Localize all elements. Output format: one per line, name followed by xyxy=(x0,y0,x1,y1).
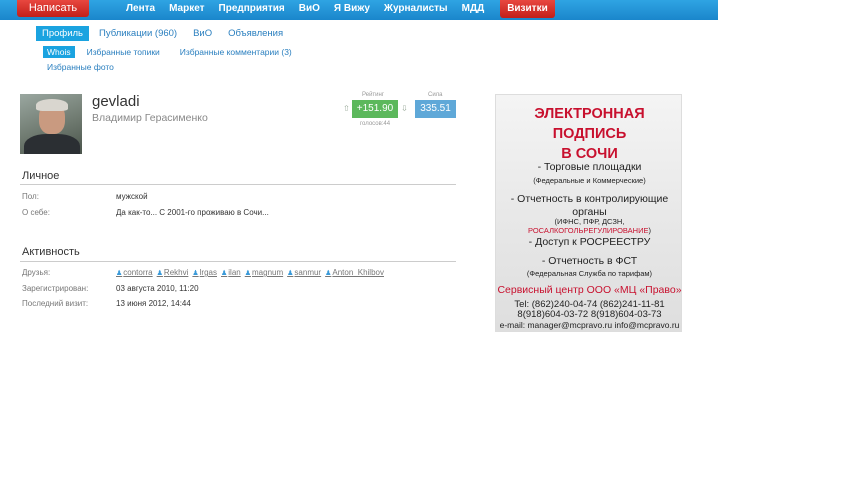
about-label: О себе: xyxy=(22,208,50,217)
friend-link[interactable]: ♟ lrgas xyxy=(192,268,217,277)
vote-down-icon[interactable]: ⇩ xyxy=(401,104,408,113)
ad-item-rosreestr: - Доступ к РОСРЕЕСТРУ xyxy=(528,236,651,248)
friend-link[interactable]: ♟ sanmur xyxy=(287,268,321,277)
profile-tabs: Профиль Публикации (960) ВиО Объявления xyxy=(36,26,293,41)
rating-label: Рейтинг xyxy=(362,92,385,98)
friend-link[interactable]: ♟ contorra xyxy=(116,268,153,277)
user-icon: ♟ xyxy=(156,269,163,277)
avatar xyxy=(20,94,82,154)
subtab-fav-photos[interactable]: Избранные фото xyxy=(47,62,114,72)
subtab-fav-topics[interactable]: Избранные топики xyxy=(83,46,164,58)
about-value: Да как-то... С 2001-го проживаю в Сочи..… xyxy=(116,208,269,217)
registered-value: 03 августа 2010, 11:20 xyxy=(116,284,199,293)
strength-value: 335.51 xyxy=(415,100,456,118)
subtab-whois[interactable]: Whois xyxy=(43,46,75,58)
votes-count: голосов:44 xyxy=(360,121,391,127)
nav-vizitki[interactable]: Визитки xyxy=(500,0,555,18)
gender-label: Пол: xyxy=(22,192,39,201)
nav-ya-vizhu[interactable]: Я Вижу xyxy=(334,0,370,18)
ad-item-fst: - Отчетность в ФСТ xyxy=(541,255,638,267)
tab-profile[interactable]: Профиль xyxy=(36,26,90,41)
user-icon: ♟ xyxy=(325,269,332,277)
full-name: Владимир Герасименко xyxy=(92,112,208,124)
ad-phone-2: 8(918)604-03-72 8(918)604-03-73 xyxy=(517,309,662,320)
last-visit-value: 13 июня 2012, 14:44 xyxy=(116,299,191,308)
ad-email: e-mail: manager@mcpravo.ru info@mcpravo.… xyxy=(499,320,680,330)
friend-link[interactable]: ♟ Anton_Khilbov xyxy=(325,268,384,277)
nav-lenta[interactable]: Лента xyxy=(126,0,155,18)
tab-vio[interactable]: ВиО xyxy=(187,26,218,41)
friend-link[interactable]: ♟ magnum xyxy=(245,268,283,277)
ad-item-reporting-sub: (ИФНС, ПФР, ДСЗН, РОСАЛКОГОЛЬРЕГУЛИРОВАН… xyxy=(528,217,651,235)
vote-up-icon[interactable]: ⇧ xyxy=(343,104,350,113)
username: gevladi xyxy=(92,93,140,110)
last-visit-label: Последний визит: xyxy=(22,299,89,308)
user-icon: ♟ xyxy=(116,269,123,277)
tab-ads[interactable]: Объявления xyxy=(222,26,289,41)
registered-label: Зарегистрирован: xyxy=(22,284,89,293)
profile-subtabs: Whois Избранные топики Избранные коммент… xyxy=(43,46,308,58)
section-title-activity: Активность xyxy=(22,246,80,258)
nav-market[interactable]: Маркет xyxy=(169,0,204,18)
advertisement-banner[interactable]: ЭЛЕКТРОННАЯ ПОДПИСЬ В СОЧИ - Торговые пл… xyxy=(495,94,682,332)
friends-list: ♟ contorra ♟ Rekhvi ♟ lrgas ♟ ilan ♟ magnum ♟… xyxy=(116,268,388,277)
write-button[interactable]: Написать xyxy=(17,0,89,17)
ad-item-reporting: - Отчетность в контролирующие xyxy=(510,193,669,205)
user-icon: ♟ xyxy=(192,269,199,277)
nav-mdd[interactable]: МДД xyxy=(462,0,485,18)
user-icon: ♟ xyxy=(244,269,252,277)
tab-publications[interactable]: Публикации (960) xyxy=(93,26,183,41)
divider xyxy=(20,261,456,262)
ad-title: ЭЛЕКТРОННАЯ ПОДПИСЬ В СОЧИ xyxy=(534,106,645,162)
nav-enterprises[interactable]: Предприятия xyxy=(219,0,285,18)
nav-vio[interactable]: ВиО xyxy=(299,0,320,18)
friends-label: Друзья: xyxy=(22,268,51,277)
ad-service-center: Сервисный центр ООО «МЦ «Право» xyxy=(497,284,682,296)
main-nav: Лента Маркет Предприятия ВиО Я Вижу Журн… xyxy=(126,0,569,18)
friend-link[interactable]: ♟ Rekhvi xyxy=(157,268,189,277)
nav-journalists[interactable]: Журналисты xyxy=(384,0,448,18)
strength-label: Сила xyxy=(428,92,443,98)
gender-value: мужской xyxy=(116,192,148,201)
subtab-fav-comments[interactable]: Избранные комментарии (3) xyxy=(176,46,296,58)
section-title-personal: Личное xyxy=(22,170,60,182)
ad-item-trading-sub: (Федеральные и Коммерческие) xyxy=(533,176,646,185)
ad-item-trading: - Торговые площадки xyxy=(537,161,642,173)
user-icon: ♟ xyxy=(287,269,294,277)
top-navigation-bar: Написать Лента Маркет Предприятия ВиО Я … xyxy=(0,0,718,20)
friend-link[interactable]: ♟ ilan xyxy=(221,268,241,277)
ad-item-fst-sub: (Федеральная Служба по тарифам) xyxy=(526,269,653,278)
divider xyxy=(20,184,456,185)
user-icon: ♟ xyxy=(221,269,228,277)
rating-value: +151.90 xyxy=(352,100,398,118)
